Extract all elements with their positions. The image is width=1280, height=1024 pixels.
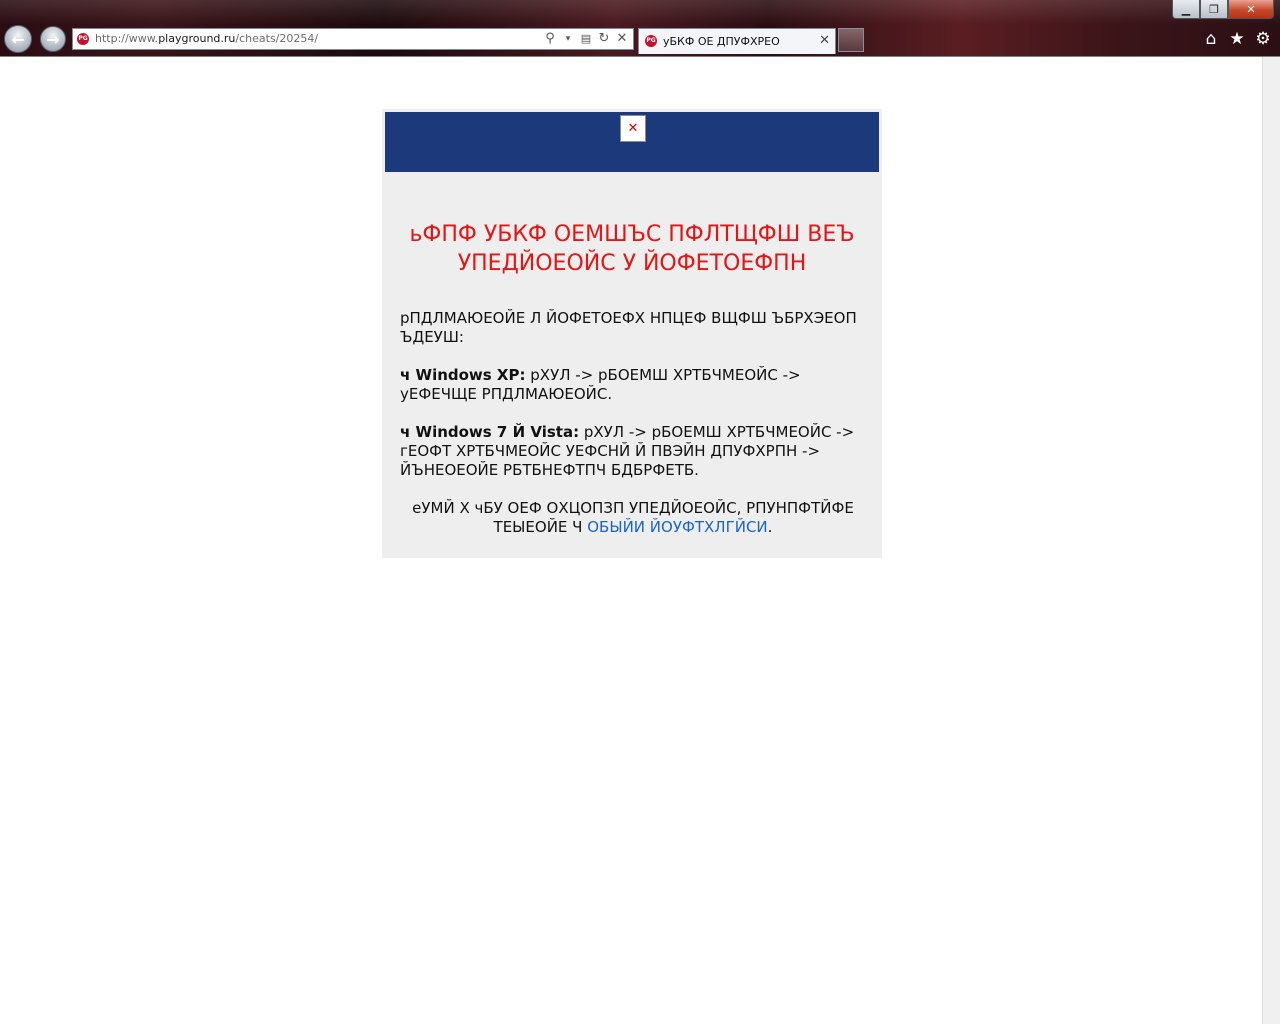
search-icon[interactable]: ⚲ (543, 31, 557, 46)
browser-titlebar: ▁ ❐ ✕ ← → PG http://www.playground.ru/ch… (0, 0, 1280, 57)
restore-button[interactable]: ❐ (1200, 0, 1228, 19)
dropdown-chevron-icon[interactable]: ▾ (561, 34, 575, 44)
instructions-link[interactable]: ОБЫЙИ ЙОУФТХЛГЙСИ (587, 518, 767, 536)
vertical-scrollbar[interactable] (1262, 57, 1280, 1024)
stop-icon[interactable]: ✕ (615, 31, 629, 46)
error-instructions: рПДЛМАЮЕОЙЕ Л ЙОФЕТОЕФХ НПЦЕФ ВЩФШ ЪБРХЭ… (400, 309, 866, 556)
refresh-icon[interactable]: ↻ (597, 31, 611, 46)
forward-button[interactable]: → (40, 26, 66, 52)
address-url[interactable]: http://www.playground.ru/cheats/20254/ (95, 32, 318, 45)
tab-title: уБКФ ОЕ ДПУФХРЕО (663, 35, 780, 48)
back-button[interactable]: ← (4, 25, 32, 53)
site-favicon-icon: PG (77, 33, 89, 45)
footer-text: еУМЙ Х чБУ ОЕФ ОХЦОПЗП УПЕДЙОЕОЙС, РПУНП… (412, 499, 854, 536)
window-controls: ▁ ❐ ✕ (1172, 0, 1274, 19)
address-bar[interactable]: PG http://www.playground.ru/cheats/20254… (72, 28, 634, 50)
minimize-button[interactable]: ▁ (1172, 0, 1200, 19)
broken-image-icon: ✕ (620, 115, 646, 142)
tab-favicon-icon: PG (645, 35, 657, 47)
error-panel: ✕ ьФПФ УБКФ ОЕМШЪС ПФЛТЩФШ ВЕЪ УПЕДЙОЕОЙ… (382, 109, 882, 558)
back-arrow-icon: ← (11, 29, 25, 49)
windows-vista-instructions: ч Windows 7 Й Vista: рХУЛ -> рБОЕМШ ХРТБ… (400, 423, 855, 479)
settings-gear-icon[interactable]: ⚙ (1254, 29, 1272, 49)
windows-xp-instructions: ч Windows XP: рХУЛ -> рБОЕМШ ХРТБЧМЕОЙС … (400, 366, 801, 403)
tab-close-icon[interactable]: ✕ (819, 33, 830, 48)
home-icon[interactable]: ⌂ (1202, 29, 1220, 49)
compatibility-view-icon[interactable]: ▤ (579, 32, 593, 45)
error-headline: ьФПФ УБКФ ОЕМШЪС ПФЛТЩФШ ВЕЪ УПЕДЙОЕОЙС … (409, 222, 855, 276)
new-tab-button[interactable] (838, 28, 864, 52)
forward-arrow-icon: → (46, 29, 60, 49)
favorites-star-icon[interactable]: ★ (1228, 29, 1246, 49)
panel-header-banner: ✕ (385, 112, 879, 172)
tab-active[interactable]: PG уБКФ ОЕ ДПУФХРЕО ✕ (638, 28, 836, 54)
intro-text: рПДЛМАЮЕОЙЕ Л ЙОФЕТОЕФХ НПЦЕФ ВЩФШ ЪБРХЭ… (400, 309, 857, 346)
browser-toolbar-right: ⌂ ★ ⚙ (1202, 29, 1272, 49)
address-tools: ⚲ ▾ ▤ ↻ ✕ (543, 31, 629, 46)
close-window-button[interactable]: ✕ (1228, 0, 1274, 19)
